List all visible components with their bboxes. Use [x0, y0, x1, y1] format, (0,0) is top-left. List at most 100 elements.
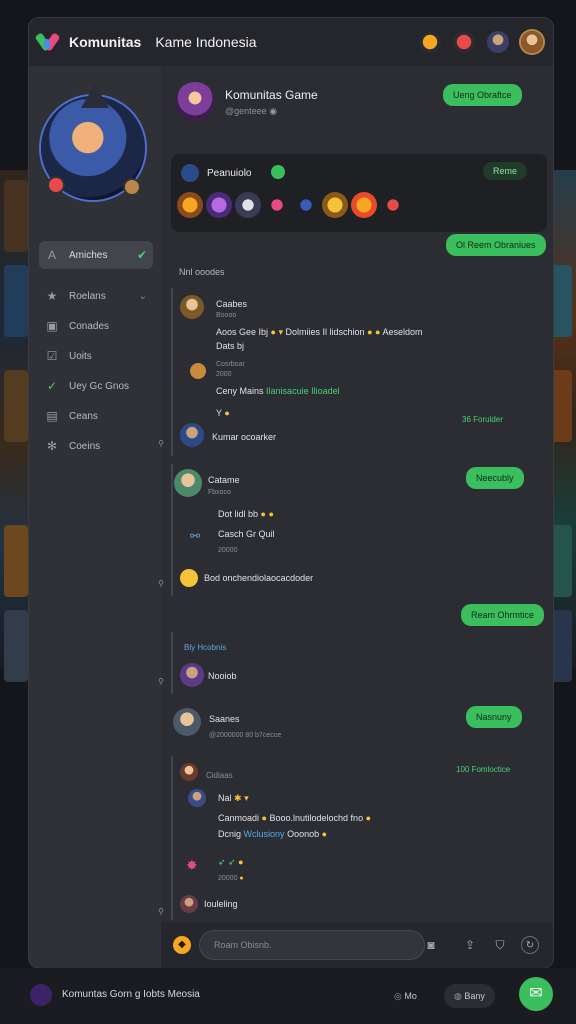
- refresh-icon[interactable]: ↻: [521, 936, 539, 954]
- emoji-icon[interactable]: [206, 192, 232, 218]
- post-footer-left: Y ●: [216, 408, 230, 418]
- post-meta-right[interactable]: 100 Fomloctice: [456, 765, 510, 774]
- post-action-button[interactable]: Ream Ohrmtice: [461, 604, 545, 626]
- author-avatar[interactable]: [174, 469, 202, 497]
- bottom-chip-bany[interactable]: ◍ Bany: [444, 984, 495, 1008]
- author-avatar[interactable]: [173, 708, 201, 736]
- chevron-down-icon: ⌄: [138, 290, 147, 302]
- reply-text: Ceny Mains Ilanisacuie Ilioadel: [216, 386, 340, 396]
- commenter-avatar[interactable]: [180, 895, 198, 913]
- sidebar-item-conades[interactable]: ▣ Conades: [39, 313, 153, 339]
- more-icon[interactable]: ⚲: [158, 677, 164, 686]
- star-icon: ★: [46, 289, 58, 303]
- post-meta: Boooo: [216, 312, 237, 319]
- post-card[interactable]: Cidiaas 100 Fomloctice Nal ✱ ▾ Canmoadi …: [158, 756, 510, 920]
- notifications-icon[interactable]: [419, 31, 441, 53]
- main-feed: Komunitas Game @genteee ◉ Ueng Obraftce …: [158, 66, 553, 968]
- more-icon[interactable]: ⚲: [158, 439, 164, 448]
- compose-fab-button[interactable]: ✉: [519, 977, 553, 1011]
- post-line-3: Dcnig Wclusiony Ooonob ●: [218, 829, 328, 839]
- send-icon: ✉: [529, 985, 543, 1002]
- emoji-icon[interactable]: [322, 192, 348, 218]
- reply-avatar[interactable]: [190, 363, 206, 379]
- post-text-2: Dats bj: [216, 341, 245, 351]
- helmet-decoration: [81, 84, 109, 108]
- profile-hero-avatar[interactable]: [41, 84, 145, 200]
- community-logo-icon[interactable]: [30, 984, 52, 1006]
- sidebar-item-coeins[interactable]: ✻ Coeins: [39, 433, 153, 459]
- bottom-chip-mo[interactable]: ◎ Mo: [384, 984, 427, 1008]
- post-text-2: Casch Gr Quil: [218, 529, 275, 539]
- game-thumbnail: [4, 265, 28, 337]
- level-badge-icon: [47, 176, 65, 194]
- commenter-avatar[interactable]: [180, 663, 204, 687]
- author-avatar[interactable]: [180, 295, 204, 319]
- post-pill-button[interactable]: Neecubly: [466, 467, 524, 489]
- sidebar-item-label: Uoits: [69, 350, 92, 362]
- camera-icon[interactable]: ◙: [422, 936, 440, 954]
- join-button[interactable]: Ueng Obraftce: [443, 84, 522, 106]
- settings-icon: ✻: [46, 439, 58, 453]
- sidebar-item-label: Amiches: [69, 249, 108, 261]
- bottom-bar: Komuntas Gorn g Iobts Meosia ◎ Mo ◍ Bany…: [0, 968, 576, 1024]
- post-title-link[interactable]: Bly Hcobnis: [184, 643, 226, 652]
- doc-icon: ▤: [46, 409, 58, 423]
- emoji-icon[interactable]: [293, 192, 319, 218]
- emoji-icon[interactable]: [264, 192, 290, 218]
- sidebar-item-uoits[interactable]: ☑ Uoits: [39, 343, 153, 369]
- app-subtitle: Kame Indonesia: [155, 34, 257, 50]
- sidebar-item-amiches[interactable]: A Amiches ✔: [39, 241, 153, 269]
- post-text: Dot lidl bb ● ●: [218, 509, 274, 519]
- reply-avatar[interactable]: [188, 789, 206, 807]
- reply-meta: 2000: [216, 371, 232, 378]
- sidebar-item-ceans[interactable]: ▤ Ceans: [39, 403, 153, 429]
- game-thumbnail: [4, 610, 28, 682]
- post-card[interactable]: Caabes Boooo Aoos Gee Ibj ● ▾ Dolmiies I…: [158, 288, 503, 456]
- check-icon: ✔: [136, 248, 147, 262]
- sidebar-item-roelans[interactable]: ★ Roelans ⌄: [39, 283, 153, 309]
- post-author: Saanes: [209, 714, 240, 724]
- post-card[interactable]: Bly Hcobnis Nooiob ⚲: [158, 632, 237, 694]
- post-author: Caabes: [216, 299, 248, 309]
- featured-chip[interactable]: Reme: [483, 162, 528, 180]
- post-footer-right[interactable]: 36 Forulder: [462, 415, 503, 424]
- sidebar-item-label: Coeins: [69, 440, 101, 452]
- alerts-icon[interactable]: [453, 31, 475, 53]
- post-pill-button[interactable]: Nasnuny: [466, 706, 522, 728]
- group-avatar[interactable]: [175, 82, 215, 122]
- app-title: Komunitas: [69, 34, 142, 50]
- app-window: Komunitas Kame Indonesia A Amiches ✔ ★ R…: [29, 18, 553, 968]
- app-logo-icon: [34, 31, 61, 53]
- titlebar: Komunitas Kame Indonesia: [29, 18, 553, 66]
- sidebar: A Amiches ✔ ★ Roelans ⌄ ▣ Conades ☑ Uoit…: [29, 66, 161, 968]
- post-header: Saanes @2000000 80 b7cecce Nasnuny: [171, 702, 547, 746]
- user-avatar[interactable]: [521, 31, 543, 53]
- sidebar-nav: A Amiches ✔ ★ Roelans ⌄ ▣ Conades ☑ Uoit…: [39, 241, 153, 463]
- emoji-icon[interactable]: [351, 192, 377, 218]
- post-line-1: Nal ✱ ▾: [218, 793, 249, 803]
- commenter-avatar[interactable]: [180, 423, 204, 447]
- emoji-icon[interactable]: [235, 192, 261, 218]
- author-avatar[interactable]: [180, 763, 198, 781]
- message-input[interactable]: Roam Obisnb. ◙: [199, 930, 435, 960]
- group-header: Komunitas Game @genteee ◉ Ueng Obraftce: [175, 82, 541, 126]
- message-input-placeholder: Roam Obisnb.: [214, 940, 272, 950]
- emoji-icon[interactable]: [380, 192, 406, 218]
- more-icon[interactable]: ⚲: [158, 907, 164, 916]
- reaction-icons: ➶ ➶ ●: [218, 857, 244, 867]
- reply-link[interactable]: Ilanisacuie Ilioadel: [266, 386, 340, 396]
- more-icon[interactable]: ⚲: [158, 579, 164, 588]
- section-label: Nnl ooodes: [179, 267, 225, 277]
- shield-icon[interactable]: ⛉: [491, 936, 509, 954]
- post-author: Cidiaas: [206, 771, 233, 780]
- featured-action-button[interactable]: Ol Reem Obraniues: [446, 234, 546, 256]
- check-icon: ✓: [46, 379, 58, 393]
- emoji-icon[interactable]: [177, 192, 203, 218]
- check-square-icon: ☑: [46, 349, 58, 363]
- upload-icon[interactable]: ⇪: [461, 936, 479, 954]
- post-card[interactable]: Catame Fbxoco Neecubly Dot lidl bb ● ● ⚯…: [158, 464, 524, 596]
- sidebar-item-label: Ceans: [69, 410, 98, 422]
- emoji-picker-icon[interactable]: ◆: [173, 936, 191, 954]
- sidebar-item-uey-gc-gnos[interactable]: ✓ Uey Gc Gnos: [39, 373, 153, 399]
- friend-avatar[interactable]: [487, 31, 509, 53]
